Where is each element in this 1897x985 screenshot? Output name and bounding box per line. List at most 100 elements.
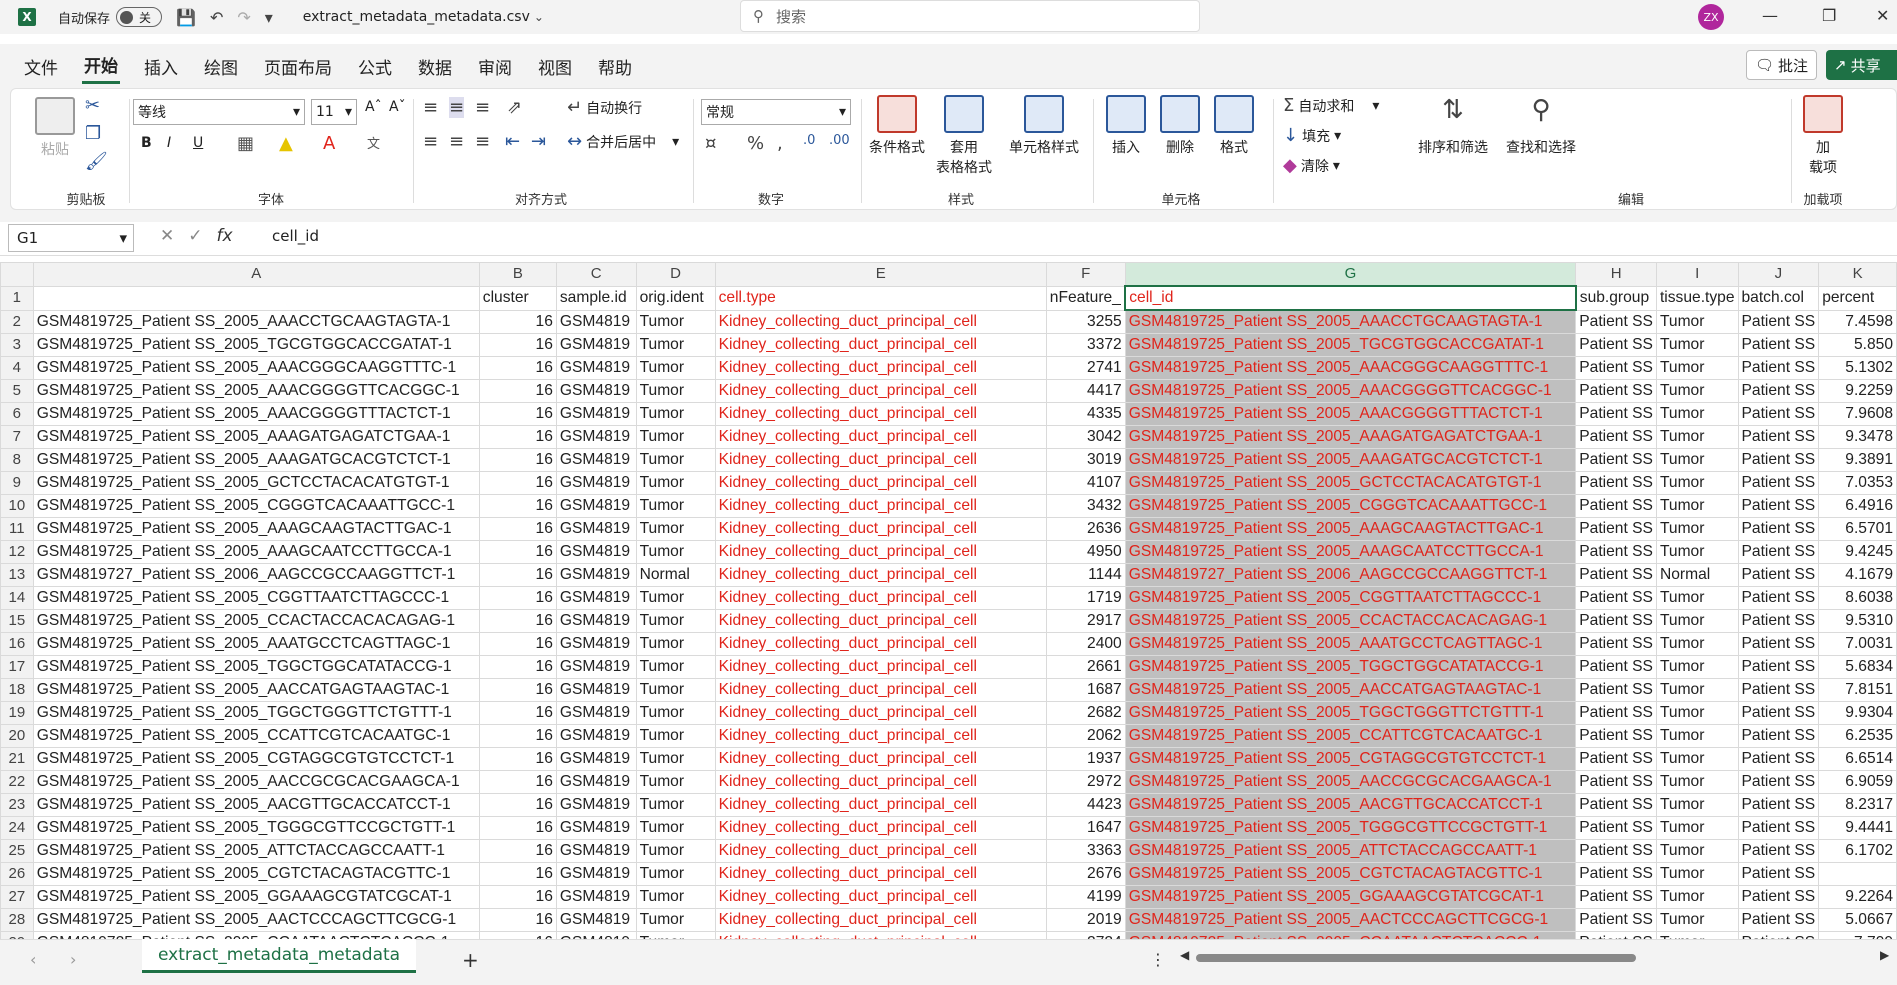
cell[interactable]: GSM4819725_Patient SS_2005_AAACGGGCAAGGT… bbox=[32, 356, 480, 380]
cell[interactable]: GSM4819725_Patient SS_2005_CGTAGGCGTGTCC… bbox=[32, 747, 480, 771]
column-header[interactable]: A bbox=[32, 262, 480, 287]
undo-icon[interactable]: ↶ bbox=[210, 8, 223, 27]
cell[interactable]: Patient SS bbox=[1737, 448, 1820, 472]
font-name-combo[interactable]: 等线 ▾ bbox=[133, 99, 305, 125]
cell[interactable]: Patient SS bbox=[1575, 701, 1657, 725]
cell[interactable]: 6.5701 bbox=[1818, 517, 1897, 541]
cell[interactable]: Tumor bbox=[1655, 885, 1739, 909]
cell[interactable]: 2741 bbox=[1045, 356, 1126, 380]
cell[interactable]: Tumor bbox=[635, 655, 716, 679]
cell[interactable]: GSM4819725_Patient SS_2005_AAACGGGGTTCAC… bbox=[32, 379, 480, 403]
cell[interactable]: Patient SS bbox=[1575, 425, 1657, 449]
cell[interactable]: Patient SS bbox=[1737, 563, 1820, 587]
cell[interactable]: Patient SS bbox=[1737, 862, 1820, 886]
decrease-indent-icon[interactable]: ⇤ bbox=[505, 131, 520, 152]
cell[interactable]: 6.1702 bbox=[1818, 839, 1897, 863]
cancel-icon[interactable]: ✕ bbox=[160, 226, 174, 246]
cell[interactable]: 16 bbox=[478, 540, 557, 564]
cell[interactable]: GSM4819725_Patient SS_2005_AAACCTGCAAGTA… bbox=[32, 309, 480, 334]
cell[interactable]: Tumor bbox=[1655, 931, 1739, 939]
cell[interactable]: Patient SS bbox=[1737, 471, 1820, 495]
cell[interactable]: Tumor bbox=[1655, 747, 1739, 771]
format-painter-icon[interactable]: 🖌 bbox=[85, 151, 108, 172]
cell[interactable]: GSM4819725_Patient SS_2005_CGTCTACAGTACG… bbox=[1124, 862, 1577, 886]
cell[interactable]: GSM4819725_Patient SS_2005_TGGCTGGCATATA… bbox=[1124, 655, 1577, 679]
cell[interactable]: Tumor bbox=[635, 309, 716, 334]
cell[interactable]: Patient SS bbox=[1575, 309, 1657, 334]
cell[interactable]: Tumor bbox=[1655, 862, 1739, 886]
cell[interactable]: GSM4819725_Patient SS_2005_CGTCTACAGTACG… bbox=[32, 862, 480, 886]
cell[interactable]: batch.col bbox=[1737, 285, 1820, 311]
cell[interactable]: Kidney_collecting_duct_principal_cell bbox=[714, 908, 1047, 932]
cell[interactable]: GSM4819 bbox=[555, 770, 637, 794]
increase-indent-icon[interactable]: ⇥ bbox=[531, 131, 546, 152]
chevron-left-icon[interactable]: ‹ bbox=[30, 950, 36, 969]
cell[interactable]: sample.id bbox=[555, 285, 637, 311]
cell[interactable]: 3042 bbox=[1045, 425, 1126, 449]
cell[interactable]: 16 bbox=[478, 379, 557, 403]
cell[interactable]: Tumor bbox=[635, 379, 716, 403]
cell[interactable]: GSM4819725_Patient SS_2005_AACGTTGCACCAT… bbox=[32, 793, 480, 817]
row-header[interactable]: 8 bbox=[0, 448, 34, 472]
cell[interactable]: GSM4819725_Patient SS_2005_CCATTCGTCACAA… bbox=[32, 724, 480, 748]
scroll-right-icon[interactable]: ▶ bbox=[1880, 948, 1889, 962]
menu-item[interactable]: 绘图 bbox=[202, 50, 240, 83]
cell[interactable]: Tumor bbox=[635, 862, 716, 886]
cell[interactable]: 16 bbox=[478, 425, 557, 449]
cell[interactable]: GSM4819725_Patient SS_2005_AAACGGGGTTTAC… bbox=[1124, 402, 1577, 426]
cell[interactable]: GSM4819725_Patient SS_2005_AAAGCAATCCTTG… bbox=[32, 540, 480, 564]
cell[interactable]: Tumor bbox=[1655, 839, 1739, 863]
cell[interactable]: GSM4819 bbox=[555, 517, 637, 541]
cell[interactable]: 7.0353 bbox=[1818, 471, 1897, 495]
cell[interactable]: Tumor bbox=[635, 632, 716, 656]
fx-icon[interactable]: fx bbox=[217, 226, 233, 246]
cell[interactable]: Patient SS bbox=[1737, 655, 1820, 679]
cell[interactable]: Patient SS bbox=[1737, 517, 1820, 541]
cell[interactable]: Patient SS bbox=[1737, 701, 1820, 725]
cell[interactable]: Patient SS bbox=[1575, 632, 1657, 656]
cell[interactable]: GSM4819725_Patient SS_2005_AACTCCCAGCTTC… bbox=[32, 908, 480, 932]
chevron-right-icon[interactable]: › bbox=[70, 950, 76, 969]
cell[interactable]: GSM4819725_Patient SS_2005_AACCATGAGTAAG… bbox=[32, 678, 480, 702]
cell[interactable]: 16 bbox=[478, 632, 557, 656]
increase-decimal-icon[interactable]: .0 bbox=[803, 133, 815, 148]
cell[interactable]: 8.6038 bbox=[1818, 586, 1897, 610]
cell[interactable]: 1144 bbox=[1045, 563, 1126, 587]
cell[interactable]: 3019 bbox=[1045, 448, 1126, 472]
cell[interactable]: GSM4819725_Patient SS_2005_CGGTTAATCTTAG… bbox=[32, 586, 480, 610]
cell[interactable]: Kidney_collecting_duct_principal_cell bbox=[714, 471, 1047, 495]
cell[interactable]: Kidney_collecting_duct_principal_cell bbox=[714, 747, 1047, 771]
menu-item[interactable]: 审阅 bbox=[476, 50, 514, 83]
cell[interactable]: 5.1302 bbox=[1818, 356, 1897, 380]
cell[interactable]: Tumor bbox=[1655, 678, 1739, 702]
save-icon[interactable]: 💾 bbox=[176, 8, 196, 27]
select-all-corner[interactable] bbox=[0, 262, 34, 287]
cell[interactable]: Normal bbox=[635, 563, 716, 587]
currency-icon[interactable]: ¤ bbox=[705, 133, 716, 154]
cell[interactable]: Patient SS bbox=[1737, 793, 1820, 817]
cell[interactable]: orig.ident bbox=[635, 285, 716, 311]
cell[interactable]: Tumor bbox=[635, 701, 716, 725]
cell[interactable]: 2636 bbox=[1045, 517, 1126, 541]
enter-icon[interactable]: ✓ bbox=[188, 226, 202, 246]
cell[interactable]: Patient SS bbox=[1575, 770, 1657, 794]
cell[interactable]: Kidney_collecting_duct_principal_cell bbox=[714, 402, 1047, 426]
percent-icon[interactable]: % bbox=[747, 133, 764, 154]
decrease-decimal-icon[interactable]: .00 bbox=[829, 133, 850, 148]
cell[interactable]: GSM4819 bbox=[555, 931, 637, 939]
autosum-button[interactable]: Σ 自动求和 ▾ bbox=[1283, 95, 1379, 116]
cell[interactable]: 7.0031 bbox=[1818, 632, 1897, 656]
cell[interactable]: Kidney_collecting_duct_principal_cell bbox=[714, 563, 1047, 587]
row-header[interactable]: 4 bbox=[0, 356, 34, 380]
menu-item[interactable]: 视图 bbox=[536, 50, 574, 83]
cell[interactable]: 2724 bbox=[1045, 931, 1126, 939]
cell[interactable]: Tumor bbox=[635, 540, 716, 564]
cell[interactable]: 6.4916 bbox=[1818, 494, 1897, 518]
paste-button[interactable]: 粘贴 bbox=[33, 97, 77, 159]
cell[interactable]: 5.0667 bbox=[1818, 908, 1897, 932]
row-header[interactable]: 17 bbox=[0, 655, 34, 679]
row-header[interactable]: 28 bbox=[0, 908, 34, 932]
file-name[interactable]: extract_metadata_metadata.csv bbox=[303, 9, 530, 25]
row-header[interactable]: 3 bbox=[0, 333, 34, 357]
cell[interactable]: GSM4819725_Patient SS_2005_AAATGCCTCAGTT… bbox=[1124, 632, 1577, 656]
